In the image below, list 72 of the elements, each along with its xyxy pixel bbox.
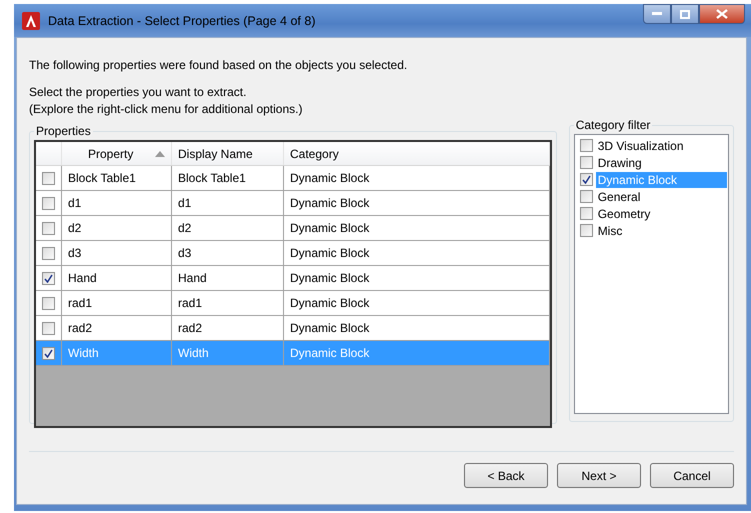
table-cell: Block Table1 (178, 171, 246, 185)
table-row[interactable]: rad1 rad1 Dynamic Block (36, 291, 550, 316)
list-item[interactable]: Geometry (596, 206, 727, 222)
table-cell: Dynamic Block (290, 196, 370, 210)
table-cell: d3 (178, 246, 192, 260)
table-cell: Hand (68, 271, 97, 285)
table-cell: rad2 (68, 321, 92, 335)
list-item[interactable]: Misc (596, 222, 727, 238)
column-label: Category (290, 146, 339, 160)
table-row[interactable]: d3 d3 Dynamic Block (36, 241, 550, 266)
table-cell: Dynamic Block (290, 271, 370, 285)
checkbox[interactable] (580, 156, 593, 169)
checkbox[interactable] (42, 172, 55, 184)
table-cell: Dynamic Block (290, 346, 370, 360)
table-cell: rad1 (178, 296, 202, 310)
table-cell: d3 (68, 246, 82, 260)
close-icon (716, 9, 728, 19)
table-row[interactable]: d2 d2 Dynamic Block (36, 216, 550, 241)
checkbox[interactable] (42, 296, 55, 310)
dialog-button[interactable]: Next > (557, 463, 641, 488)
checkbox[interactable] (580, 190, 593, 203)
table-cell: Dynamic Block (290, 321, 370, 335)
dialog-button[interactable]: Cancel (650, 463, 734, 488)
minimize-button[interactable] (643, 4, 671, 24)
column-header[interactable]: Property (62, 142, 172, 165)
table-cell: Block Table1 (68, 171, 136, 185)
instruction-text: Select the properties you want to extract. (29, 84, 248, 101)
checkbox[interactable] (42, 272, 55, 284)
close-button[interactable] (699, 4, 745, 24)
table-row[interactable]: Hand Hand Dynamic Block (36, 266, 550, 291)
checkbox[interactable] (42, 196, 55, 210)
checkbox[interactable] (42, 222, 55, 234)
table-cell: Dynamic Block (290, 171, 370, 185)
column-label: Display Name (178, 146, 253, 160)
table-cell: Hand (178, 271, 207, 285)
list-item[interactable]: General (596, 188, 727, 204)
table-cell: Dynamic Block (290, 221, 370, 235)
group-label: Category filter (574, 118, 652, 132)
table-cell: rad1 (68, 296, 92, 310)
table-row[interactable]: Block Table1 Block Table1 Dynamic Block (36, 166, 550, 191)
intro-text: The following properties were found based on the objects you selected. (29, 58, 408, 72)
maximize-icon (680, 10, 690, 18)
table-cell: d1 (178, 196, 192, 210)
table-cell: d1 (68, 196, 82, 210)
table-cell: d2 (68, 221, 82, 235)
column-header[interactable]: Display Name (172, 142, 284, 165)
table-cell: Width (178, 346, 209, 360)
checkbox[interactable] (580, 207, 593, 220)
maximize-button[interactable] (671, 4, 699, 24)
checkbox[interactable] (580, 224, 593, 237)
dialog-button[interactable]: < Back (464, 463, 548, 488)
column-label: Property (88, 146, 134, 160)
table-cell: Width (68, 346, 99, 360)
column-header[interactable]: Category (284, 142, 550, 165)
checkbox[interactable] (42, 322, 55, 334)
checkbox[interactable] (580, 173, 593, 186)
checkbox[interactable] (42, 346, 55, 360)
table-cell: Dynamic Block (290, 246, 370, 260)
checkbox[interactable] (580, 139, 593, 152)
table-row[interactable]: rad2 rad2 Dynamic Block (36, 316, 550, 341)
table-row[interactable]: d1 d1 Dynamic Block (36, 191, 550, 216)
list-item[interactable]: Drawing (596, 154, 727, 170)
table-cell: rad2 (178, 321, 202, 335)
table-cell: d2 (178, 221, 192, 235)
checkbox[interactable] (42, 246, 55, 260)
app-logo-icon (22, 12, 40, 30)
instruction-text: (Explore the right-click menu for additional options.) (29, 101, 304, 118)
table-cell: Dynamic Block (290, 296, 370, 310)
group-label: Properties (35, 124, 92, 138)
minimize-icon (652, 12, 662, 16)
list-item[interactable]: 3D Visualization (596, 138, 727, 154)
window-title: Data Extraction - Select Properties (Page 4 of 8) (48, 14, 316, 28)
